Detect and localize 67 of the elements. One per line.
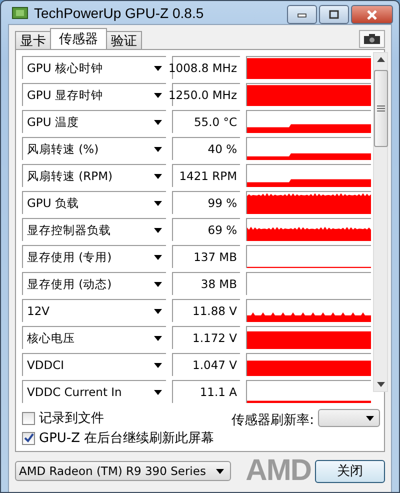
sensor-dropdown[interactable]: 显存使用 (专用): [22, 245, 166, 268]
sensor-value: 11.88 V: [172, 299, 240, 322]
camera-button[interactable]: [359, 30, 385, 48]
minimize-icon: [297, 12, 307, 18]
caret-icon: [154, 362, 162, 368]
refresh-rate-dropdown[interactable]: [318, 409, 380, 427]
caret-icon: [154, 282, 162, 286]
sensor-value: 11.1 A: [172, 380, 240, 403]
sensor-value: 1250.0 MHz: [172, 83, 240, 106]
scrollbar-thumb[interactable]: [374, 70, 388, 147]
caret-icon: [154, 174, 162, 178]
log-to-file-checkbox[interactable]: 记录到文件: [22, 409, 214, 427]
sensor-dropdown[interactable]: 12V: [22, 299, 166, 322]
down-arrow-icon: [376, 382, 384, 387]
sensor-dropdown[interactable]: 核心电压: [22, 326, 166, 349]
sensor-dropdown[interactable]: GPU 显存时钟: [22, 83, 166, 106]
refresh-rate-label: 传感器刷新率:: [232, 412, 314, 429]
sensor-dropdown[interactable]: GPU 负载: [22, 191, 166, 214]
up-arrow-icon: [376, 57, 384, 62]
caret-icon: [154, 308, 162, 314]
caret-icon: [154, 254, 162, 260]
caret-icon: [366, 416, 374, 420]
sensor-dropdown[interactable]: 显存控制器负载: [22, 218, 166, 241]
sensor-dropdown[interactable]: GPU 核心时钟: [22, 56, 166, 79]
caret-icon: [154, 92, 162, 98]
sensor-value: 55.0 °C: [172, 110, 240, 133]
window-title: TechPowerUp GPU-Z 0.8.5: [34, 4, 204, 20]
background-refresh-checkbox[interactable]: GPU-Z 在后台继续刷新此屏幕: [22, 429, 214, 447]
caret-icon: [154, 200, 162, 206]
device-dropdown[interactable]: AMD Radeon (TM) R9 390 Series: [15, 461, 231, 481]
close-icon: [366, 10, 378, 20]
sensor-value: 69 %: [172, 218, 240, 241]
caret-icon: [154, 66, 162, 70]
caret-icon: [154, 228, 162, 232]
caret-icon: [216, 468, 224, 474]
amd-logo: AMD: [246, 456, 311, 486]
sensor-value: 1.172 V: [172, 326, 240, 349]
sensor-dropdown[interactable]: 显存使用 (动态): [22, 272, 166, 295]
sensor-value: 38 MB: [172, 272, 240, 295]
tab[interactable]: 验证: [106, 31, 142, 49]
sensor-value: 1421 RPM: [172, 164, 240, 187]
close-button[interactable]: [351, 5, 393, 24]
caret-icon: [154, 390, 162, 394]
caret-icon: [154, 120, 162, 124]
sensor-dropdown[interactable]: VDDCI: [22, 353, 166, 376]
maximize-icon: [329, 10, 339, 19]
tab[interactable]: 显卡: [15, 31, 51, 49]
sensor-dropdown[interactable]: 风扇转速 (%): [22, 137, 166, 160]
sensor-dropdown[interactable]: GPU 温度: [22, 110, 166, 133]
checkmark-icon: [24, 433, 34, 443]
sensor-value: 137 MB: [172, 245, 240, 268]
sensor-dropdown[interactable]: 风扇转速 (RPM): [22, 164, 166, 187]
sensor-value: 40 %: [172, 137, 240, 160]
grip-icon: [376, 105, 384, 112]
sensor-value: 1.047 V: [172, 353, 240, 376]
maximize-button[interactable]: [319, 5, 349, 24]
close-dialog-button[interactable]: 关闭: [315, 460, 385, 482]
tab[interactable]: 传感器: [50, 28, 107, 49]
caret-icon: [154, 336, 162, 340]
camera-icon: [363, 34, 381, 44]
sensor-dropdown[interactable]: VDDC Current In: [22, 380, 166, 403]
caret-icon: [154, 146, 162, 152]
scrollbar[interactable]: [373, 52, 388, 392]
app-icon: [12, 6, 28, 20]
sensor-value: 99 %: [172, 191, 240, 214]
sensor-value: 1008.8 MHz: [172, 56, 240, 79]
minimize-button[interactable]: [287, 5, 317, 24]
